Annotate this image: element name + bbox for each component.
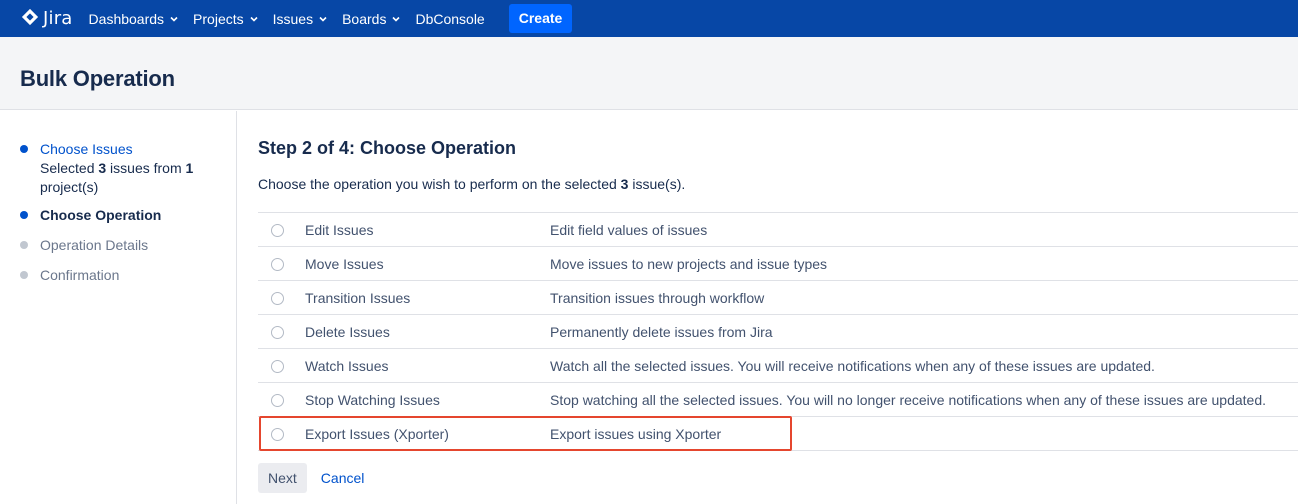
nav-issues[interactable]: Issues bbox=[273, 11, 328, 27]
nav-projects[interactable]: Projects bbox=[193, 11, 259, 27]
operation-name: Stop Watching Issues bbox=[305, 392, 440, 408]
operation-row-export-issues[interactable]: Export Issues (Xporter) Export issues us… bbox=[258, 417, 1298, 451]
radio-export-issues[interactable] bbox=[271, 428, 284, 441]
nav-dbconsole[interactable]: DbConsole bbox=[415, 11, 484, 27]
step-operation-details-label: Operation Details bbox=[40, 237, 149, 253]
operation-description: Permanently delete issues from Jira bbox=[550, 324, 773, 340]
operation-name: Transition Issues bbox=[305, 290, 411, 306]
operation-description: Export issues using Xporter bbox=[550, 426, 722, 442]
step-operation-details: Operation Details bbox=[20, 236, 148, 255]
radio-watch-issues[interactable] bbox=[271, 360, 284, 373]
radio-transition-issues[interactable] bbox=[271, 292, 284, 305]
summary-middle: issues from bbox=[106, 160, 186, 176]
operation-name: Delete Issues bbox=[305, 324, 390, 340]
operations-table: Edit Issues Edit field values of issues … bbox=[258, 212, 1298, 451]
operation-description: Edit field values of issues bbox=[550, 222, 708, 238]
operation-row-stop-watching-issues[interactable]: Stop Watching Issues Stop watching all t… bbox=[258, 383, 1298, 417]
summary-suffix: project(s) bbox=[40, 179, 99, 195]
chevron-down-icon bbox=[169, 14, 179, 24]
operation-row-move-issues[interactable]: Move Issues Move issues to new projects … bbox=[258, 247, 1298, 281]
operation-name: Edit Issues bbox=[305, 222, 374, 238]
cancel-link[interactable]: Cancel bbox=[321, 470, 365, 486]
top-navigation-bar: Jira Dashboards Projects Issues Boards D… bbox=[0, 0, 1298, 37]
desc-suffix: issue(s). bbox=[628, 176, 686, 192]
operation-name: Move Issues bbox=[305, 256, 384, 272]
step-pending-dot-icon bbox=[20, 271, 28, 279]
jira-logo[interactable]: Jira bbox=[21, 8, 73, 29]
radio-delete-issues[interactable] bbox=[271, 326, 284, 339]
nav-dashboards[interactable]: Dashboards bbox=[89, 11, 180, 27]
nav-boards-label: Boards bbox=[342, 10, 387, 27]
step-choose-issues-link[interactable]: Choose Issues bbox=[40, 140, 193, 159]
radio-edit-issues[interactable] bbox=[271, 224, 284, 237]
operation-row-transition-issues[interactable]: Transition Issues Transition issues thro… bbox=[258, 281, 1298, 315]
jira-logo-text: Jira bbox=[43, 8, 73, 29]
summary-project-count: 1 bbox=[185, 160, 194, 176]
form-actions: Next Cancel bbox=[258, 463, 364, 493]
operation-description: Move issues to new projects and issue ty… bbox=[550, 256, 828, 272]
step-done-dot-icon bbox=[20, 145, 28, 153]
step-description: Choose the operation you wish to perform… bbox=[258, 176, 685, 192]
nav-boards[interactable]: Boards bbox=[342, 11, 401, 27]
page-title: Bulk Operation bbox=[20, 66, 175, 91]
step-title: Step 2 of 4: Choose Operation bbox=[258, 138, 517, 158]
step-choose-issues: Choose Issues Selected 3 issues from 1 p… bbox=[20, 140, 193, 197]
operation-name: Watch Issues bbox=[305, 358, 389, 374]
radio-move-issues[interactable] bbox=[271, 258, 284, 271]
step-pending-dot-icon bbox=[20, 241, 28, 249]
steps-sidebar: Choose Issues Selected 3 issues from 1 p… bbox=[0, 111, 237, 504]
nav-dbconsole-label: DbConsole bbox=[415, 10, 485, 27]
nav-projects-label: Projects bbox=[193, 10, 244, 27]
nav-issues-label: Issues bbox=[272, 10, 314, 27]
desc-prefix: Choose the operation you wish to perform… bbox=[258, 176, 621, 192]
next-button[interactable]: Next bbox=[258, 463, 307, 493]
operation-row-edit-issues[interactable]: Edit Issues Edit field values of issues bbox=[258, 213, 1298, 247]
step-choose-operation-label: Choose Operation bbox=[40, 207, 162, 223]
operation-description: Watch all the selected issues. You will … bbox=[550, 358, 1155, 374]
nav-dashboards-label: Dashboards bbox=[88, 10, 165, 27]
summary-issue-count: 3 bbox=[98, 160, 107, 176]
create-button[interactable]: Create bbox=[508, 4, 573, 33]
operation-description: Transition issues through workflow bbox=[550, 290, 765, 306]
step-choose-operation: Choose Operation bbox=[20, 206, 161, 225]
operation-description: Stop watching all the selected issues. Y… bbox=[550, 392, 1266, 408]
step-confirmation: Confirmation bbox=[20, 266, 119, 285]
step-selection-summary: Selected 3 issues from 1 project(s) bbox=[40, 159, 193, 197]
step-current-dot-icon bbox=[20, 211, 28, 219]
jira-logo-icon bbox=[21, 8, 43, 29]
operation-row-watch-issues[interactable]: Watch Issues Watch all the selected issu… bbox=[258, 349, 1298, 383]
page-header: Bulk Operation bbox=[0, 37, 1298, 110]
summary-prefix: Selected bbox=[40, 160, 99, 176]
chevron-down-icon bbox=[391, 14, 401, 24]
radio-stop-watching-issues[interactable] bbox=[271, 394, 284, 407]
step-confirmation-label: Confirmation bbox=[40, 267, 120, 283]
operation-name: Export Issues (Xporter) bbox=[305, 426, 449, 442]
chevron-down-icon bbox=[318, 14, 328, 24]
chevron-down-icon bbox=[249, 14, 259, 24]
operation-row-delete-issues[interactable]: Delete Issues Permanently delete issues … bbox=[258, 315, 1298, 349]
